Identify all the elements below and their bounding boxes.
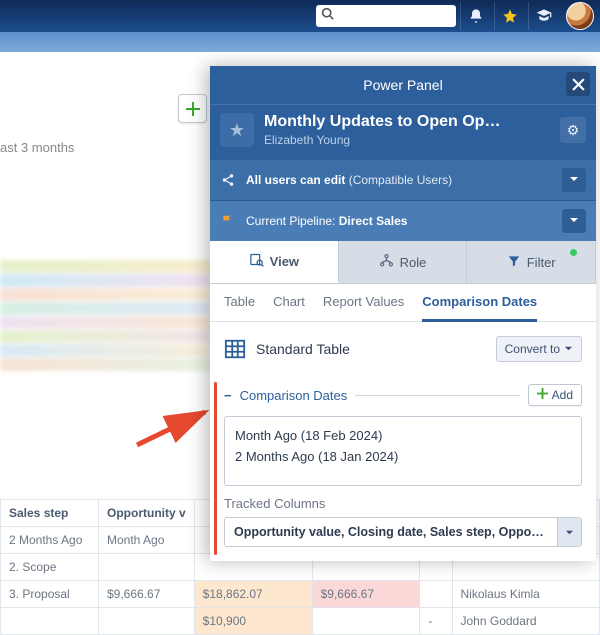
primary-tabs: View Role Filter (210, 241, 596, 284)
tab-role[interactable]: Role (339, 241, 468, 283)
highlight-bar (214, 382, 217, 555)
tracked-columns-label: Tracked Columns (224, 496, 582, 511)
secondary-tabs: Table Chart Report Values Comparison Dat… (210, 284, 596, 322)
table-row: $10,900 - John Goddard (1, 608, 600, 635)
subhead-2-months-ago: 2 Months Ago (1, 527, 99, 554)
search-icon (321, 7, 334, 25)
pipeline-strip[interactable]: Current Pipeline: Direct Sales (210, 200, 596, 241)
table-type-row: Standard Table Convert to (210, 322, 596, 376)
subtab-comparison-dates[interactable]: Comparison Dates (422, 294, 537, 322)
share-expand[interactable] (562, 168, 586, 192)
table-type-label: Standard Table (256, 341, 486, 357)
report-title-row: ★ Monthly Updates to Open Op… Elizabeth … (210, 104, 596, 159)
tracked-columns-value: Opportunity value, Closing date, Sales s… (225, 518, 557, 546)
standard-table-icon (224, 338, 246, 360)
tracked-columns-select[interactable]: Opportunity value, Closing date, Sales s… (224, 517, 582, 547)
chevron-down-icon (569, 214, 579, 228)
view-icon (249, 252, 264, 270)
tracked-columns-dropdown[interactable] (557, 518, 581, 546)
sharing-strip[interactable]: All users can edit (Compatible Users) (210, 159, 596, 200)
chevron-down-icon (569, 173, 579, 187)
secondary-bar (0, 32, 600, 52)
favorite-toggle[interactable]: ★ (220, 113, 254, 147)
share-label: All users can edit (Compatible Users) (246, 173, 452, 187)
tab-filter[interactable]: Filter (467, 241, 596, 283)
favorites-star-icon[interactable] (494, 2, 524, 30)
col-opportunity-value: Opportunity v (99, 500, 195, 527)
convert-to-button[interactable]: Convert to (496, 336, 582, 362)
col-sales-step: Sales step (1, 500, 99, 527)
close-button[interactable] (566, 72, 590, 96)
chevron-down-icon (564, 342, 573, 356)
power-panel: Power Panel ★ Monthly Updates to Open Op… (210, 66, 596, 561)
help-academy-icon[interactable] (528, 2, 558, 30)
list-item[interactable]: 2 Months Ago (18 Jan 2024) (235, 446, 571, 467)
comparison-dates-section: − Comparison Dates Add Month Ago (18 Feb… (210, 376, 596, 561)
filter-active-badge (570, 249, 577, 256)
add-button[interactable] (178, 94, 207, 123)
list-item[interactable]: Month Ago (18 Feb 2024) (235, 425, 571, 446)
report-owner: Elizabeth Young (264, 133, 550, 147)
global-search[interactable] (316, 5, 456, 27)
share-icon (220, 173, 236, 187)
pipeline-label: Current Pipeline: Direct Sales (246, 214, 407, 228)
section-title: Comparison Dates (240, 388, 348, 403)
chevron-down-icon (565, 525, 574, 540)
role-icon (379, 253, 394, 271)
settings-button[interactable]: ⚙ (560, 117, 586, 143)
chart-wash (0, 260, 210, 372)
app-topbar (0, 0, 600, 32)
add-date-button[interactable]: Add (528, 384, 582, 406)
tab-view[interactable]: View (210, 241, 339, 283)
gear-icon: ⚙ (567, 122, 580, 139)
subtab-chart[interactable]: Chart (273, 294, 305, 321)
report-title: Monthly Updates to Open Op… (264, 113, 550, 131)
table-row: 3. Proposal $9,666.67 $18,862.07 $9,666.… (1, 581, 600, 608)
date-range-hint: ast 3 months (0, 140, 74, 155)
user-avatar[interactable] (566, 2, 594, 30)
pipeline-flag-icon (220, 214, 236, 228)
comparison-dates-list[interactable]: Month Ago (18 Feb 2024) 2 Months Ago (18… (224, 416, 582, 486)
pipeline-expand[interactable] (562, 209, 586, 233)
notifications-icon[interactable] (460, 2, 490, 30)
minimize-icon[interactable]: − (224, 388, 232, 403)
subtab-table[interactable]: Table (224, 294, 255, 321)
subhead-month-ago: Month Ago (99, 527, 195, 554)
subtab-report-values[interactable]: Report Values (323, 294, 404, 321)
plus-icon (537, 388, 548, 402)
panel-title: Power Panel (363, 77, 442, 93)
panel-header: Power Panel (210, 66, 596, 104)
filter-icon (507, 254, 521, 271)
